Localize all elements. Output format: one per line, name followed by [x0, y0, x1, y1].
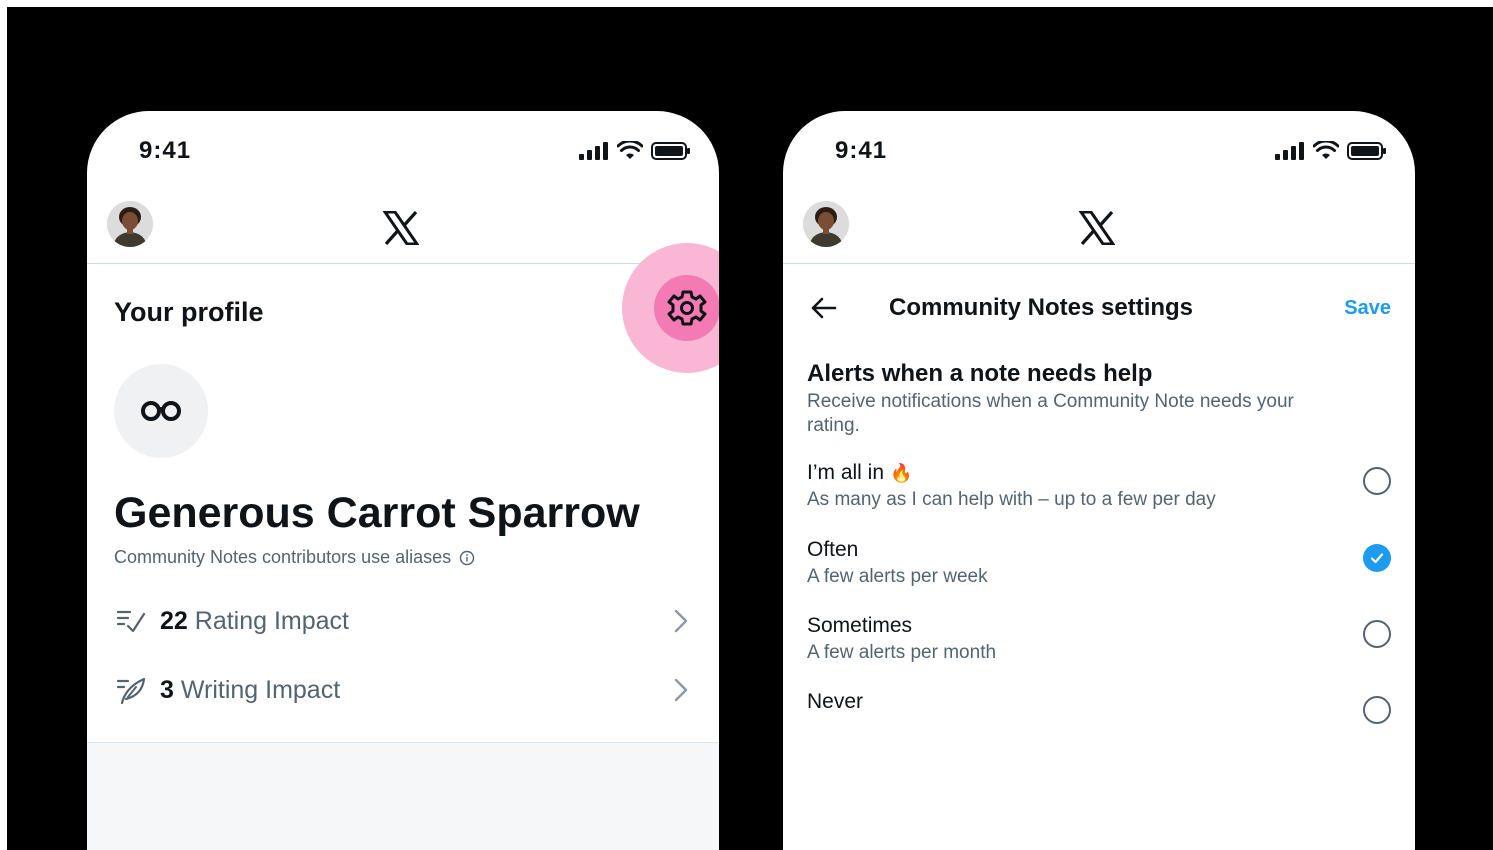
screenshot-canvas: 9:41 Your profile Generous Carrot Sparro…: [7, 7, 1493, 850]
page-title: Community Notes settings: [889, 294, 1194, 321]
alias-note: Community Notes contributors use aliases: [114, 547, 475, 568]
page-title: Your profile: [114, 297, 264, 327]
alias-avatar: [114, 364, 208, 458]
status-time: 9:41: [139, 137, 192, 164]
rating-list-check-icon: [116, 610, 146, 633]
alias-note-text: Community Notes contributors use aliases: [114, 547, 452, 567]
profile-phone: 9:41 Your profile Generous Carrot Sparro…: [87, 111, 719, 850]
section-title: Alerts when a note needs help: [807, 360, 1153, 387]
header-divider: [783, 263, 1415, 264]
alert-option-sometimes[interactable]: Sometimes A few alerts per month: [807, 614, 1391, 674]
alert-option-often[interactable]: Often A few alerts per week: [807, 538, 1391, 598]
radio-button[interactable]: [1363, 467, 1391, 495]
settings-phone: 9:41 Community Notes settings Save Alert…: [783, 111, 1415, 850]
avatar[interactable]: [107, 201, 153, 247]
radio-button[interactable]: [1363, 620, 1391, 648]
rating-impact-label: Rating Impact: [194, 606, 350, 635]
writing-impact-text: 3 Writing Impact: [160, 676, 340, 705]
option-label-text: I’m all in: [807, 461, 885, 484]
alert-option-all-in[interactable]: I’m all in 🔥 As many as I can help with …: [807, 461, 1391, 521]
empty-area: [87, 743, 719, 850]
x-logo-icon: [383, 211, 419, 245]
option-label: Often: [807, 538, 859, 561]
signal-icon: [1275, 142, 1304, 160]
radio-button[interactable]: [1363, 696, 1391, 724]
signal-icon: [579, 142, 608, 160]
header-divider: [87, 263, 719, 264]
alias-name: Generous Carrot Sparrow: [114, 489, 640, 537]
section-description: Receive notifications when a Community N…: [807, 391, 1294, 436]
option-sublabel: A few alerts per week: [807, 566, 988, 587]
alert-option-never[interactable]: Never: [807, 690, 1391, 750]
status-icons: [1275, 141, 1387, 161]
option-label: I’m all in 🔥: [807, 461, 912, 485]
rating-impact-text: 22 Rating Impact: [160, 607, 349, 636]
wifi-icon: [1313, 141, 1339, 159]
radio-button-selected[interactable]: [1363, 544, 1391, 572]
info-icon[interactable]: [459, 550, 475, 566]
chevron-right-icon: [674, 609, 688, 633]
avatar[interactable]: [803, 201, 849, 247]
status-time: 9:41: [835, 137, 888, 164]
chevron-right-icon: [674, 678, 688, 702]
save-button[interactable]: Save: [1344, 297, 1391, 320]
checkmark-icon: [1370, 553, 1384, 564]
writing-impact-row[interactable]: 3 Writing Impact: [114, 668, 694, 712]
option-label: Never: [807, 690, 864, 713]
writing-feather-icon: [116, 677, 146, 705]
writing-impact-count: 3: [160, 675, 174, 704]
fire-icon: 🔥: [890, 462, 913, 483]
glasses-icon: [141, 401, 181, 421]
gear-icon[interactable]: [664, 285, 710, 331]
battery-icon: [651, 142, 690, 160]
x-logo-icon: [1079, 211, 1115, 245]
option-sublabel: As many as I can help with – up to a few…: [807, 489, 1216, 510]
writing-impact-label: Writing Impact: [180, 675, 341, 704]
rating-impact-row[interactable]: 22 Rating Impact: [114, 599, 694, 643]
option-label: Sometimes: [807, 614, 913, 637]
back-arrow-icon[interactable]: [807, 291, 841, 325]
wifi-icon: [617, 141, 643, 159]
status-icons: [579, 141, 691, 161]
option-sublabel: A few alerts per month: [807, 642, 997, 663]
rating-impact-count: 22: [160, 606, 188, 635]
battery-icon: [1347, 142, 1386, 160]
